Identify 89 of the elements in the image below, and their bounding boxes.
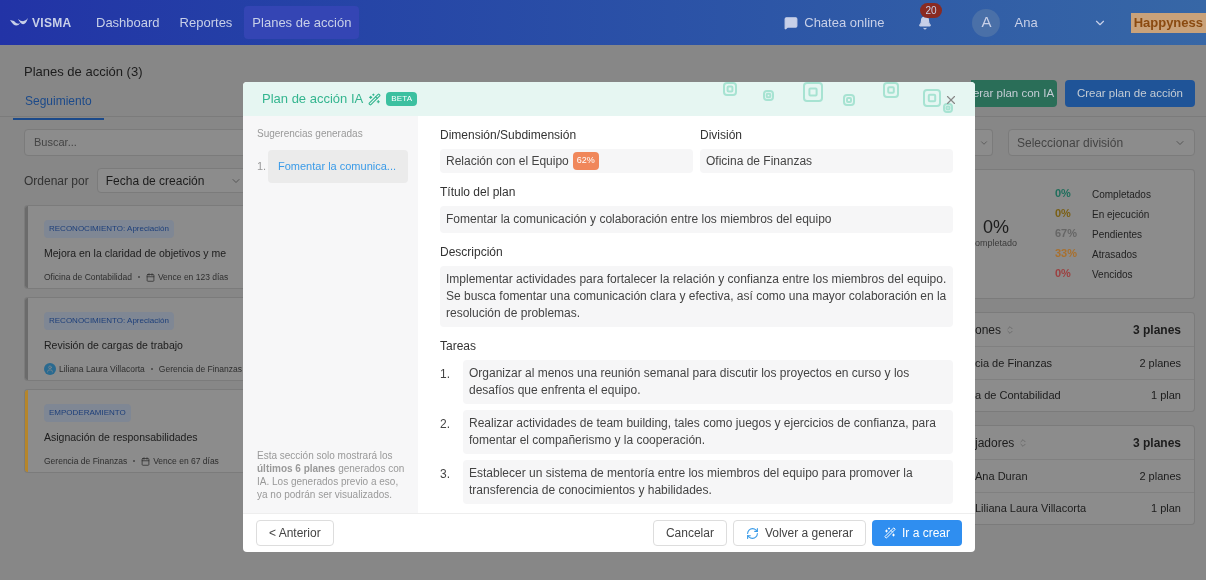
sidebar-note: Esta sección solo mostrará los últimos 6 planes generados con IA. Los generados previo a eso, ya no podrán ser visualizados. (257, 449, 406, 501)
legend-percent: 0% (1055, 206, 1072, 221)
group-row-name: Liliana Laura Villacorta (975, 501, 1087, 517)
field-label: Dimensión/Subdimensión (440, 127, 578, 144)
previous-button[interactable]: < Anterior (256, 520, 334, 546)
action-button[interactable]: Crear plan de acción (1064, 80, 1195, 107)
plan-card[interactable]: EMPODERAMIENTO Asignación de responsabilidades Gerencia de Finanzas Vence en 67 días (24, 389, 243, 473)
legend-label: Completados (1092, 187, 1151, 202)
group-row-count: 2 planes (1139, 468, 1181, 484)
legend-label: Vencidos (1092, 267, 1133, 282)
chat-link[interactable]: Chatea online (804, 12, 885, 33)
chat-icon[interactable] (784, 15, 799, 30)
magic-wand-icon (368, 92, 382, 106)
completion-value: 0% (983, 217, 1009, 238)
plan-meta: Gerencia de Finanzas (44, 454, 128, 468)
field-label: Título del plan (440, 184, 517, 201)
plan-title: Mejora en la claridad de objetivos y me (44, 246, 227, 261)
category-tag: RECONOCIMIENTO: Apreciación (44, 312, 174, 330)
sidebar-heading: Sugerencias generadas (257, 127, 364, 141)
plan-title-field: Fomentar la comunicación y colaboración entre los miembros del equipo (440, 206, 953, 233)
task-text: Organizar al menos una reunión semanal para discutir los proyectos en curso y los desafíos que enfrenta el equipo. (463, 360, 953, 404)
plan-meta: Vence en 123 días (157, 270, 229, 284)
close-icon[interactable] (944, 93, 958, 107)
group-title: jadores (975, 434, 1015, 452)
field-label: División (700, 127, 743, 144)
plan-title: Asignación de responsabilidades (44, 430, 198, 445)
logo-icon (10, 17, 28, 28)
group-row-name: a de Contabilidad (975, 388, 1061, 404)
task-number: 2. (440, 416, 451, 433)
user-avatar[interactable]: A (972, 8, 1001, 37)
group-row-count: 1 plan (1151, 501, 1181, 517)
plan-card[interactable]: RECONOCIMIENTO: Apreciación Mejora en la claridad de objetivos y me Oficina de Contabilidad Vence en 123 días (24, 205, 243, 289)
group-row-name: cia de Finanzas (975, 355, 1053, 371)
plan-meta: Oficina de Contabilidad (44, 270, 132, 284)
suggestion-number: 1. (257, 159, 268, 175)
legend-percent: 0% (1055, 186, 1072, 201)
field-label: Descripción (440, 244, 504, 261)
plan-meta: Gerencia de Finanzas (158, 362, 242, 376)
category-tag: EMPODERAMIENTO (44, 404, 131, 422)
suggestion-item[interactable]: Fomentar la comunica... (268, 150, 408, 183)
notification-icon[interactable] (918, 15, 933, 30)
legend-label: Atrasados (1092, 247, 1138, 262)
group-row-count: 1 plan (1151, 388, 1181, 404)
legend-label: Pendientes (1092, 227, 1143, 242)
task-number: 3. (440, 466, 451, 483)
group-row-name: Ana Duran (975, 468, 1028, 484)
group-row-count: 2 planes (1139, 355, 1181, 371)
search-field[interactable]: Buscar... (24, 129, 243, 156)
plan-meta: Liliana Laura Villacorta (59, 362, 145, 376)
magic-wand-icon (884, 527, 896, 539)
division-field: Oficina de Finanzas (700, 149, 953, 173)
dimension-value: Relación con el Equipo (446, 153, 569, 170)
create-button[interactable]: Ir a crear (872, 520, 962, 546)
group-total: 3 planes (1132, 434, 1181, 452)
category-tag: RECONOCIMIENTO: Apreciación (44, 220, 174, 238)
completion-caption: ompletado (975, 237, 1018, 251)
group-total: 3 planes (1132, 321, 1181, 339)
regenerate-button[interactable]: Volver a generar (732, 520, 866, 546)
nav-link[interactable]: Planes de acción (244, 5, 360, 40)
legend-percent: 0% (1055, 266, 1072, 281)
calendar-icon (145, 272, 155, 282)
page-title: Planes de acción (3) (24, 63, 143, 81)
sort-select[interactable]: Fecha de creación (96, 168, 243, 193)
task-number: 1. (440, 366, 451, 383)
plan-meta: Vence en 67 días (153, 454, 219, 468)
description-field: Implementar actividades para fortalecer la relación y confianza entre los miembros del equipo. Se busca fomentar una comunicación clara y efectiva, así como una mayor colaboración en la resolución de problemas. (440, 266, 953, 327)
division-select[interactable]: Seleccionar división (1008, 129, 1195, 156)
plan-card[interactable]: RECONOCIMIENTO: Apreciación Revisión de cargas de trabajo Liliana Laura Villacorta Gerencia de Finanzas (24, 297, 243, 381)
beta-badge: BETA (386, 92, 418, 106)
calendar-icon (141, 456, 151, 466)
plan-title: Revisión de cargas de trabajo (44, 338, 183, 353)
person-avatar-icon (44, 363, 56, 376)
legend-percent: 33% (1055, 246, 1079, 261)
nav-link[interactable]: Reportes (171, 5, 241, 40)
brand-logo: Happyness (1130, 12, 1206, 33)
cancel-button[interactable]: Cancelar (652, 520, 727, 546)
group-title: ones (975, 321, 1002, 339)
user-name[interactable]: Ana (1014, 12, 1038, 33)
nav-link[interactable]: Dashboard (88, 5, 168, 40)
score-badge: 62% (572, 152, 599, 170)
legend-label: En ejecución (1092, 207, 1150, 222)
task-text: Realizar actividades de team building, tales como juegos y ejercicios de confianza, para fomentar el compañerismo y la cooperación. (463, 410, 953, 454)
field-label: Tareas (440, 338, 478, 355)
sort-label: Ordenar por (24, 172, 89, 190)
logo-text: VISMA (32, 14, 72, 32)
modal-title: Plan de acción IA (262, 90, 364, 109)
notification-badge: 20 (920, 2, 942, 18)
task-text: Establecer un sistema de mentoría entre los miembros del equipo para promover la transferencia de conocimientos y habilidades. (463, 460, 953, 504)
refresh-icon (745, 526, 759, 540)
